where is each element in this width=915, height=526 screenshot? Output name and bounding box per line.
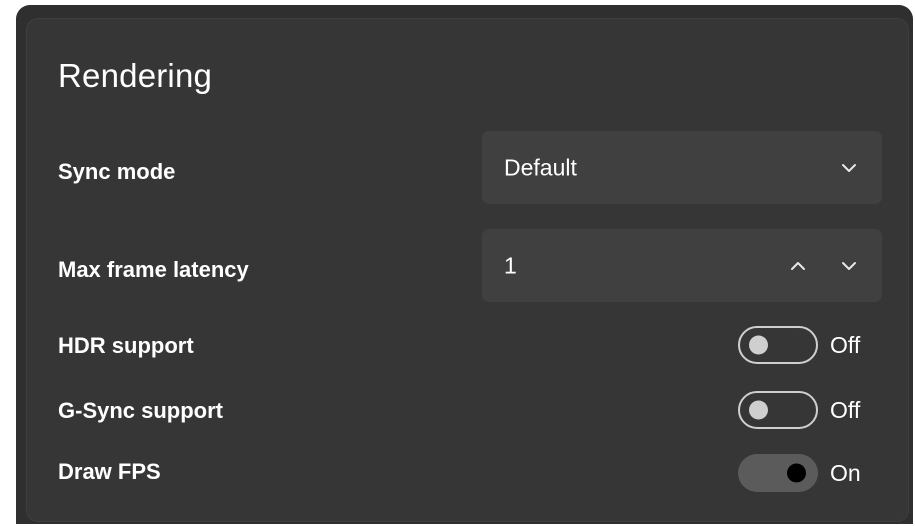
toggle-knob bbox=[787, 463, 806, 483]
gsync-support-state: Off bbox=[830, 396, 861, 423]
toggle-knob bbox=[749, 400, 768, 420]
section-title: Rendering bbox=[58, 57, 213, 94]
chevron-down-icon[interactable] bbox=[840, 260, 858, 272]
draw-fps-label: Draw FPS bbox=[58, 459, 161, 484]
sync-mode-dropdown[interactable]: Default bbox=[482, 131, 882, 204]
hdr-support-toggle[interactable] bbox=[738, 326, 818, 364]
gsync-support-toggle[interactable] bbox=[738, 391, 818, 429]
chevron-up-icon[interactable] bbox=[789, 260, 807, 272]
hdr-support-state: Off bbox=[830, 331, 861, 358]
gsync-support-label: G-Sync support bbox=[58, 398, 224, 423]
settings-panel: Rendering Sync mode Default Max frame la… bbox=[16, 5, 913, 524]
draw-fps-state: On bbox=[830, 459, 861, 486]
sync-mode-label: Sync mode bbox=[58, 159, 176, 184]
toggle-knob bbox=[749, 335, 768, 355]
sync-mode-value: Default bbox=[504, 154, 577, 180]
max-frame-latency-stepper[interactable]: 1 bbox=[482, 229, 882, 302]
draw-fps-toggle[interactable] bbox=[738, 454, 818, 492]
gsync-support-toggle-row: Off bbox=[738, 390, 872, 430]
max-frame-latency-label: Max frame latency bbox=[58, 257, 249, 282]
hdr-support-label: HDR support bbox=[58, 333, 194, 358]
chevron-down-icon bbox=[840, 162, 858, 174]
draw-fps-toggle-row: On bbox=[738, 453, 872, 493]
max-frame-latency-value: 1 bbox=[504, 252, 517, 278]
hdr-support-toggle-row: Off bbox=[738, 325, 872, 365]
rendering-card: Rendering Sync mode Default Max frame la… bbox=[26, 18, 909, 522]
